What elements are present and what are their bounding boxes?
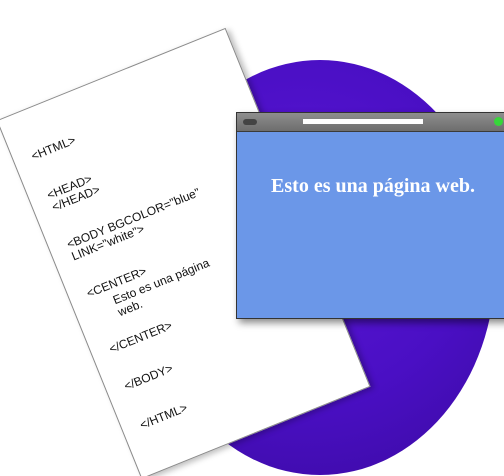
illustration: <HTML> <HEAD> </HEAD> <BODY BGCOLOR="blu… (0, 0, 504, 476)
code-line-center-close: </CENTER> (107, 318, 175, 357)
browser-titlebar (237, 113, 504, 132)
browser-window: Esto es una página web. (236, 112, 504, 319)
code-line-html-close: </HTML> (137, 400, 190, 433)
code-line-html-open: <HTML> (29, 132, 78, 164)
code-line-body-close: </BODY> (122, 361, 175, 394)
status-dot-icon (494, 117, 503, 126)
address-bar (303, 119, 423, 124)
browser-page-text: Esto es una página web. (271, 175, 475, 197)
window-control-icon (243, 119, 257, 125)
